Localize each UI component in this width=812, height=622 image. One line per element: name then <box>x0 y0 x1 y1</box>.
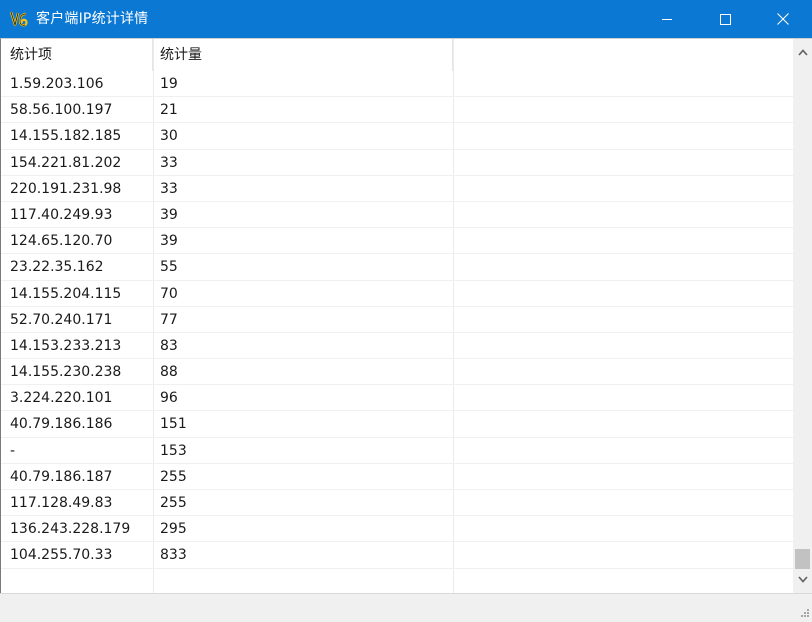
cell-ip-address: 104.255.70.33 <box>10 547 113 564</box>
cell-ip-address: 220.191.231.98 <box>10 180 122 197</box>
cell-count: 255 <box>160 495 187 511</box>
cell-ip-address: 117.128.49.83 <box>10 495 113 511</box>
scroll-up-button[interactable] <box>793 43 812 61</box>
scroll-thumb[interactable] <box>795 549 810 569</box>
list-header: 统计项 统计量 <box>1 39 793 71</box>
cell-count: 21 <box>160 102 178 119</box>
table-row[interactable]: 14.153.233.213 83 <box>1 333 793 360</box>
cell-count: 55 <box>160 259 178 276</box>
table-row[interactable]: 40.79.186.187 255 <box>1 464 793 490</box>
cell-ip-address: 124.65.120.70 <box>10 233 113 250</box>
cell-count: 83 <box>160 337 178 354</box>
cell-count: 39 <box>160 233 178 250</box>
cell-ip-address: 14.153.233.213 <box>10 337 122 354</box>
cell-count: 30 <box>160 128 178 145</box>
cell-ip-address: 14.155.182.185 <box>10 128 122 145</box>
table-row[interactable]: 23.22.35.162 55 <box>1 254 793 281</box>
table-row[interactable]: 14.155.182.185 30 <box>1 123 793 150</box>
cell-count: 33 <box>160 154 178 171</box>
cell-ip-address: 3.224.220.101 <box>10 390 113 407</box>
close-button[interactable] <box>754 0 812 38</box>
table-row[interactable]: 220.191.231.98 33 <box>1 176 793 202</box>
cell-ip-address: 14.155.230.238 <box>10 364 122 381</box>
cell-ip-address: 23.22.35.162 <box>10 259 104 276</box>
table-row[interactable]: 136.243.228.179 295 <box>1 516 793 543</box>
cell-count: 33 <box>160 180 178 197</box>
cell-count: 151 <box>160 416 187 433</box>
table-row[interactable]: - 153 <box>1 438 793 464</box>
status-bar <box>0 593 812 622</box>
table-row[interactable]: 58.56.100.197 21 <box>1 97 793 124</box>
scroll-down-button[interactable] <box>793 570 812 588</box>
maximize-button[interactable] <box>696 0 754 38</box>
cell-ip-address: 14.155.204.115 <box>10 285 122 302</box>
table-row[interactable]: 1.59.203.106 19 <box>1 71 793 98</box>
cell-ip-address: 136.243.228.179 <box>10 521 131 538</box>
minimize-button[interactable] <box>638 0 696 38</box>
column-header-item[interactable]: 统计项 <box>1 39 153 71</box>
table-row[interactable]: 52.70.240.171 77 <box>1 307 793 333</box>
cell-ip-address: 52.70.240.171 <box>10 311 113 328</box>
table-row[interactable]: 40.79.186.186 151 <box>1 411 793 438</box>
minimize-icon <box>662 19 672 20</box>
table-row[interactable]: 3.224.220.101 96 <box>1 385 793 412</box>
cell-count: 77 <box>160 311 178 328</box>
window-title: 客户端IP统计详情 <box>36 11 149 27</box>
cell-count: 88 <box>160 364 178 381</box>
table-row[interactable]: 14.155.230.238 88 <box>1 359 793 386</box>
title-bar[interactable]: 客户端IP统计详情 <box>0 0 812 38</box>
app-logo-icon <box>9 8 31 30</box>
vertical-scrollbar[interactable] <box>793 39 812 593</box>
resize-grip-icon[interactable] <box>798 608 810 620</box>
cell-count: 153 <box>160 442 187 459</box>
cell-count: 255 <box>160 468 187 485</box>
cell-count: 96 <box>160 390 178 407</box>
table-row[interactable]: 117.128.49.83 255 <box>1 490 793 517</box>
chevron-up-icon <box>797 48 808 56</box>
column-header-count[interactable]: 统计量 <box>153 39 453 71</box>
cell-ip-address: - <box>10 442 16 459</box>
table-row[interactable]: 14.155.204.115 70 <box>1 281 793 307</box>
cell-count: 19 <box>160 76 178 92</box>
cell-count: 70 <box>160 285 178 302</box>
cell-ip-address: 1.59.203.106 <box>10 76 104 92</box>
cell-ip-address: 40.79.186.187 <box>10 468 113 485</box>
cell-ip-address: 40.79.186.186 <box>10 416 113 433</box>
table-row[interactable]: 117.40.249.93 39 <box>1 202 793 229</box>
table-row[interactable]: 124.65.120.70 39 <box>1 228 793 255</box>
cell-ip-address: 117.40.249.93 <box>10 206 113 223</box>
chevron-down-icon <box>797 575 808 583</box>
table-row[interactable]: 104.255.70.33 833 <box>1 542 793 569</box>
ip-stats-list[interactable]: 统计项 统计量 1.59.203.106 19 58.56.100.197 21 14.… <box>0 38 812 593</box>
cell-count: 295 <box>160 521 187 538</box>
cell-count: 39 <box>160 206 178 223</box>
cell-ip-address: 58.56.100.197 <box>10 102 113 119</box>
table-row[interactable]: 154.221.81.202 33 <box>1 150 793 176</box>
list-rows: 1.59.203.106 19 58.56.100.197 21 14.155.182.… <box>1 71 793 569</box>
cell-count: 833 <box>160 547 187 564</box>
maximize-icon <box>719 13 731 25</box>
close-icon <box>777 13 789 25</box>
column-header-empty[interactable] <box>453 39 793 71</box>
cell-ip-address: 154.221.81.202 <box>10 154 122 171</box>
